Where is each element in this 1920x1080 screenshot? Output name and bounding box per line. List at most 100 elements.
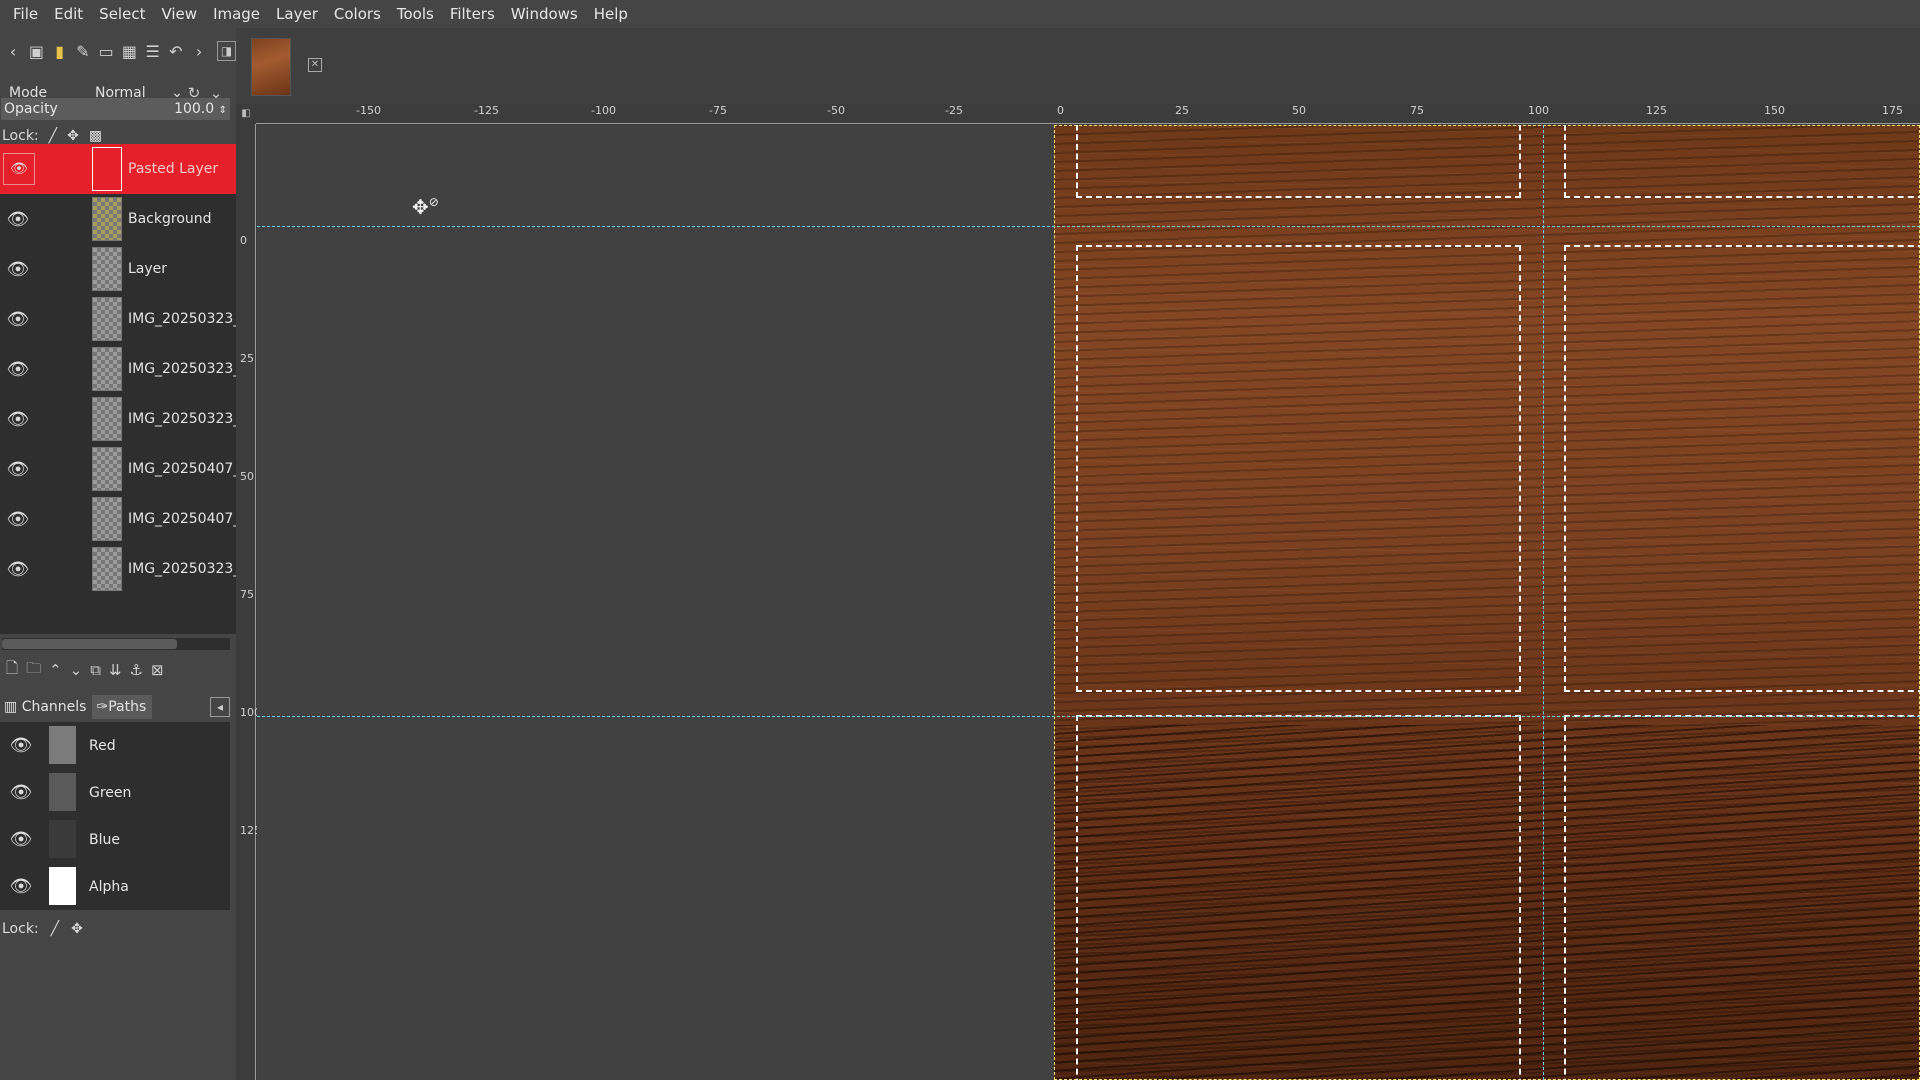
menu-select[interactable]: Select <box>92 0 152 28</box>
channel-thumbnail <box>49 773 76 811</box>
channel-row[interactable]: 👁 Blue <box>0 816 230 863</box>
layer-row[interactable]: 👁 IMG_20250323_ <box>0 394 240 444</box>
menu-help[interactable]: Help <box>587 0 635 28</box>
new-group-icon[interactable]: 🗀 <box>26 658 41 683</box>
channels-list: 👁 Red 👁 Green 👁 Blue 👁 Alpha <box>0 722 230 910</box>
brush-icon[interactable]: ✎ <box>72 37 94 65</box>
quick-mask-icon[interactable]: ◧ <box>236 104 256 124</box>
lock-position-icon[interactable]: ✥ <box>71 921 83 937</box>
eye-icon[interactable]: 👁 <box>0 359 36 380</box>
eye-icon[interactable]: 👁 <box>0 509 36 530</box>
tab-paths[interactable]: ✑Paths <box>92 695 153 719</box>
lower-layer-icon[interactable]: ⌄ <box>70 661 83 679</box>
new-layer-icon[interactable]: 🗋 <box>6 658 18 683</box>
lock-position-icon[interactable]: ✥ <box>67 128 79 144</box>
channel-row[interactable]: 👁 Green <box>0 769 230 816</box>
channel-thumbnail <box>49 820 76 858</box>
layer-name: IMG_20250407_ <box>128 461 241 477</box>
ruler-label: -125 <box>474 104 499 117</box>
gradient-icon[interactable]: ▦ <box>118 37 140 65</box>
screen-icon[interactable]: ▭ <box>95 37 117 65</box>
menu-tools[interactable]: Tools <box>390 0 441 28</box>
undo-icon[interactable]: ↶ <box>165 37 187 65</box>
eye-icon[interactable]: 👁 <box>0 782 42 803</box>
lock-pixels-icon[interactable]: ╱ <box>49 128 57 144</box>
anchor-layer-icon[interactable]: ⚓ <box>130 661 143 679</box>
spin-icon[interactable]: ⇕ <box>219 105 227 116</box>
ruler-label: 75 <box>1410 104 1424 117</box>
layers-scrollbar[interactable] <box>2 638 230 650</box>
merge-layer-icon[interactable]: ⇊ <box>109 661 122 679</box>
horizontal-ruler[interactable]: -150 -125 -100 -75 -50 -25 0 25 50 75 10… <box>256 104 1920 124</box>
image-tab-thumbnail[interactable] <box>251 38 291 96</box>
vertical-guide[interactable] <box>1543 125 1544 1080</box>
layer-row[interactable]: 👁 IMG_20250407_ <box>0 494 240 544</box>
opacity-slider[interactable]: Opacity 100.0 ⇕ <box>1 98 230 120</box>
layer-thumbnail <box>92 497 122 541</box>
layer-row[interactable]: 👁 IMG_20250323_ <box>0 294 240 344</box>
channel-row[interactable]: 👁 Alpha <box>0 863 230 910</box>
vertical-ruler[interactable]: 0 25 50 75 100 125 <box>236 124 261 1080</box>
ruler-label: 175 <box>1882 104 1903 117</box>
eye-icon[interactable]: 👁 <box>0 259 36 280</box>
menu-layer[interactable]: Layer <box>269 0 325 28</box>
selection-marquee <box>1564 245 1920 692</box>
horizontal-guide[interactable] <box>257 716 1920 717</box>
lock-alpha-icon[interactable]: ▩ <box>89 128 102 144</box>
duplicate-layer-icon[interactable]: ⧉ <box>90 661 101 679</box>
forward-icon[interactable]: › <box>188 37 210 65</box>
close-icon[interactable]: ✕ <box>308 58 322 72</box>
eye-icon[interactable]: 👁 <box>0 309 36 330</box>
dock-toolbar: ‹ ▣ ▮ ✎ ▭ ▦ ☰ ↶ › ◨ <box>0 32 236 70</box>
fg-bg-color-icon[interactable]: ▮ <box>49 37 71 65</box>
layer-row[interactable]: 👁 IMG_20250323_ <box>0 344 240 394</box>
eye-icon[interactable]: 👁 <box>0 876 42 897</box>
ruler-label: -25 <box>945 104 963 117</box>
image-canvas[interactable]: ✥⊘ <box>257 125 1920 1080</box>
layer-thumbnail <box>92 147 122 191</box>
eye-icon[interactable]: 👁 <box>0 735 42 756</box>
menu-filters[interactable]: Filters <box>443 0 502 28</box>
dock-config-icon[interactable]: ◨ <box>217 41 236 61</box>
selection-marquee <box>1564 125 1920 198</box>
channel-name: Alpha <box>89 878 129 895</box>
opacity-value: 100.0 ⇕ <box>174 101 227 117</box>
layer-row[interactable]: 👁 Layer <box>0 244 236 294</box>
lock-pixels-icon[interactable]: ╱ <box>51 921 59 937</box>
tab-channels[interactable]: ▥ Channels <box>0 695 92 719</box>
scrollbar-thumb[interactable] <box>2 639 177 649</box>
ruler-label: 25 <box>1175 104 1189 117</box>
layer-row[interactable]: 👁 IMG_20250407_ <box>0 444 240 494</box>
raise-layer-icon[interactable]: ⌃ <box>49 661 62 679</box>
channel-row[interactable]: 👁 Red <box>0 722 230 769</box>
layer-buttons: 🗋 🗀 ⌃ ⌄ ⧉ ⇊ ⚓ ⊠ <box>0 656 236 684</box>
layer-row[interactable]: 👁 Background <box>0 194 236 244</box>
ruler-label: 150 <box>1764 104 1785 117</box>
menu-file[interactable]: File <box>6 0 45 28</box>
eye-icon[interactable]: 👁 <box>0 459 36 480</box>
selection-marquee <box>1564 715 1920 1080</box>
layer-row[interactable]: 👁 IMG_20250323_ <box>0 544 240 594</box>
ruler-label: 25 <box>240 352 254 365</box>
eye-icon[interactable]: 👁 <box>0 559 36 580</box>
delete-layer-icon[interactable]: ⊠ <box>151 661 164 679</box>
layer-thumbnail <box>92 397 122 441</box>
tab-menu-icon[interactable]: ◂ <box>210 697 230 717</box>
menu-edit[interactable]: Edit <box>47 0 90 28</box>
eye-icon[interactable]: 👁 <box>0 209 36 230</box>
layer-row[interactable]: 👁 Pasted Layer <box>0 144 236 194</box>
new-image-icon[interactable]: ▣ <box>25 37 47 65</box>
menu-windows[interactable]: Windows <box>504 0 585 28</box>
back-icon[interactable]: ‹ <box>2 37 24 65</box>
channel-thumbnail <box>49 726 76 764</box>
layers-list-icon[interactable]: ☰ <box>142 37 164 65</box>
menu-colors[interactable]: Colors <box>327 0 388 28</box>
horizontal-guide[interactable] <box>257 226 1920 227</box>
menu-image[interactable]: Image <box>206 0 267 28</box>
lock-label: Lock: <box>2 128 39 144</box>
eye-icon[interactable]: 👁 <box>3 153 35 185</box>
eye-icon[interactable]: 👁 <box>0 409 36 430</box>
eye-icon[interactable]: 👁 <box>0 829 42 850</box>
ruler-label: 75 <box>240 588 254 601</box>
menu-view[interactable]: View <box>154 0 204 28</box>
